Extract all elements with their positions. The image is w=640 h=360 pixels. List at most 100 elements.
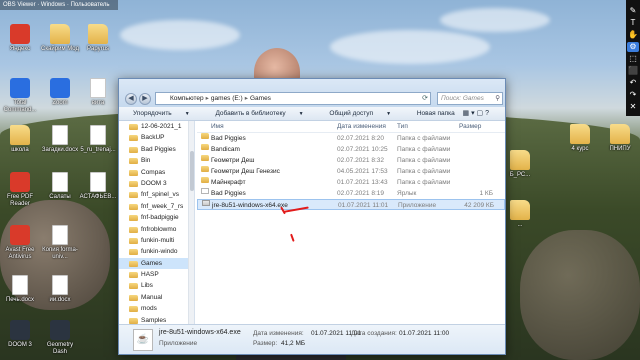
file-type: Папка с файлами (397, 135, 451, 142)
desktop-icon[interactable]: Печь.docx (0, 275, 40, 304)
nav-folder-item[interactable]: fnf_spinel_vs (119, 189, 194, 200)
document-icon (90, 172, 106, 192)
breadcrumb-games[interactable]: Games (250, 95, 271, 102)
desktop-icon[interactable]: Скайрим Мод (40, 24, 80, 53)
desktop-icon-label: Papyrus (86, 46, 109, 52)
desktop-icon-label: Салаты (49, 194, 71, 200)
chevron-down-icon: ▼ (386, 111, 392, 117)
desktop-icon[interactable]: 5_ru_trenaj... (78, 125, 118, 154)
address-bar[interactable]: Компьютер ▸ games (E:) ▸ Games ⟳ (155, 92, 431, 105)
desktop-icon[interactable]: Zoom (40, 78, 80, 107)
toolbar-tool-icon[interactable]: ↷ (627, 90, 639, 100)
chevron-down-icon: ▼ (184, 111, 190, 117)
toolbar-tool-icon[interactable]: ✋ (627, 30, 639, 40)
folder-icon (201, 144, 209, 150)
column-name[interactable]: Имя (211, 121, 224, 133)
desktop-icon[interactable]: ии.docx (40, 275, 80, 304)
nav-folder-item[interactable]: funkin-windo (119, 246, 194, 257)
forward-button[interactable]: ▶ (139, 93, 151, 105)
search-input[interactable]: Поиск: Games ⚲ (437, 92, 503, 105)
nav-folder-item[interactable]: Bad Piggies (119, 144, 194, 155)
scrollbar-thumb[interactable] (190, 151, 194, 191)
nav-folder-item[interactable]: Libs (119, 280, 194, 291)
desktop-icon[interactable]: Загадки.docx (40, 125, 80, 154)
desktop-icon-label: ии.docx (49, 297, 71, 303)
desktop-icon[interactable]: АСТАФЬЕВ... (78, 172, 118, 201)
desktop-icon[interactable]: Копия forma-univ... (40, 225, 80, 261)
nav-folder-item[interactable]: mods (119, 303, 194, 314)
file-row[interactable]: jre-8u51-windows-x64.exe 01.07.2021 11:01… (197, 199, 505, 210)
share-button[interactable]: Общий доступ ▼ (329, 110, 403, 117)
organize-button[interactable]: Упорядочить ▼ (133, 110, 202, 117)
desktop-icon[interactable]: Geometry Dash (40, 320, 80, 356)
desktop-icon[interactable]: вита (78, 78, 118, 107)
desktop-icon[interactable]: Avast Free Antivirus (0, 225, 40, 261)
toolbar-tool-icon[interactable]: ⚙ (627, 42, 639, 52)
share-label: Общий доступ (329, 110, 374, 117)
doom-icon (10, 320, 30, 340)
desktop-icon[interactable]: Б_РС... (500, 150, 540, 179)
desktop-icon[interactable]: Total Command... (0, 78, 40, 114)
desktop-icon[interactable]: DOOM 3 (0, 320, 40, 349)
desktop-icon-label: ПНИПУ (609, 146, 631, 152)
address-row: ◀ ▶ Компьютер ▸ games (E:) ▸ Games ⟳ Поиск: … (119, 79, 505, 107)
desktop-icon[interactable]: Free PDF Reader (0, 172, 40, 208)
nav-folder-item[interactable]: fnf_week_7_rs (119, 201, 194, 212)
breadcrumb-drive[interactable]: games (E:) (211, 95, 243, 102)
desktop-icon[interactable]: 4 курс (560, 124, 600, 153)
nav-folder-item[interactable]: funkin-multi (119, 235, 194, 246)
toolbar-tool-icon[interactable]: ✕ (627, 102, 639, 112)
file-row[interactable]: Bad Piggies 02.07.2021 8:19 Ярлык 1 КБ (197, 188, 505, 199)
file-row[interactable]: Bandicam 02.07.2021 10:25 Папка с файлами (197, 144, 505, 155)
cloud (120, 20, 240, 50)
nav-folder-item[interactable]: Bin (119, 155, 194, 166)
nav-folder-item[interactable]: fnfroblowmo (119, 224, 194, 235)
nav-scrollbar[interactable] (188, 121, 194, 324)
refresh-icon[interactable]: ⟳ (422, 93, 428, 104)
include-library-button[interactable]: Добавить в библиотеку ▼ (215, 110, 315, 117)
desktop-icon[interactable]: школа (0, 125, 40, 154)
toolbar-tool-icon[interactable]: ⬚ (627, 54, 639, 64)
nav-folder-item[interactable]: BackUP (119, 132, 194, 143)
details-size-label: Размер: (253, 340, 278, 347)
desktop-icon[interactable]: Papyrus (78, 24, 118, 53)
file-row[interactable]: Геометри Деш 02.07.2021 8:32 Папка с файла… (197, 155, 505, 166)
breadcrumb-computer[interactable]: Компьютер (170, 95, 204, 102)
folder-icon (129, 203, 138, 210)
desktop-icon[interactable]: ... (500, 200, 540, 229)
desktop-icon[interactable]: ПНИПУ (600, 124, 640, 153)
file-row[interactable]: Майнкрафт 01.07.2021 13:43 Папка с файлами (197, 177, 505, 188)
file-name: Майнкрафт (211, 179, 246, 186)
nav-folder-item[interactable]: Manual (119, 292, 194, 303)
toolbar-tool-icon[interactable]: ⬛ (627, 66, 639, 76)
column-type[interactable]: Тип (397, 121, 408, 133)
folder-icon (129, 215, 138, 222)
column-date[interactable]: Дата изменения (337, 121, 386, 133)
folder-icon (129, 237, 138, 244)
nav-folder-item[interactable]: 12-06-2021_1 (119, 121, 194, 132)
desktop-icon-label: Total Command... (3, 100, 37, 113)
desktop-icon[interactable]: Салаты (40, 172, 80, 201)
desktop-icon-label: Загадки.docx (41, 147, 79, 153)
toolbar-tool-icon[interactable]: ✎ (627, 6, 639, 16)
nav-folder-item[interactable]: fnf-badpiggie (119, 212, 194, 223)
file-date: 01.07.2021 13:43 (337, 179, 388, 186)
file-date: 04.05.2021 17:53 (337, 168, 388, 175)
nav-folder-item[interactable]: DOOM 3 (119, 178, 194, 189)
desktop-icon[interactable]: Яндекс (0, 24, 40, 53)
file-row[interactable]: Геометри Деш Генезис 04.05.2021 17:53 Папк… (197, 166, 505, 177)
nav-folder-item[interactable]: Games (119, 257, 194, 270)
file-row[interactable]: Bad Piggies 02.07.2021 8:20 Папка с файлам… (197, 133, 505, 144)
back-button[interactable]: ◀ (125, 93, 137, 105)
toolbar-tool-icon[interactable]: ↶ (627, 78, 639, 88)
column-size[interactable]: Размер (459, 121, 481, 133)
details-size-value: 41,2 МБ (281, 340, 306, 347)
file-type: Папка с файлами (397, 179, 451, 186)
nav-folder-item[interactable]: Compas (119, 167, 194, 178)
nav-folder-item[interactable]: Samples (119, 315, 194, 324)
explorer-window: ◀ ▶ Компьютер ▸ games (E:) ▸ Games ⟳ Поиск: … (118, 78, 506, 355)
toolbar-tool-icon[interactable]: T (627, 18, 639, 28)
new-folder-button[interactable]: Новая папка (417, 110, 455, 117)
view-options-icon[interactable]: ▦ ▾ ▢ ? (463, 107, 489, 121)
nav-folder-item[interactable]: HASP (119, 269, 194, 280)
